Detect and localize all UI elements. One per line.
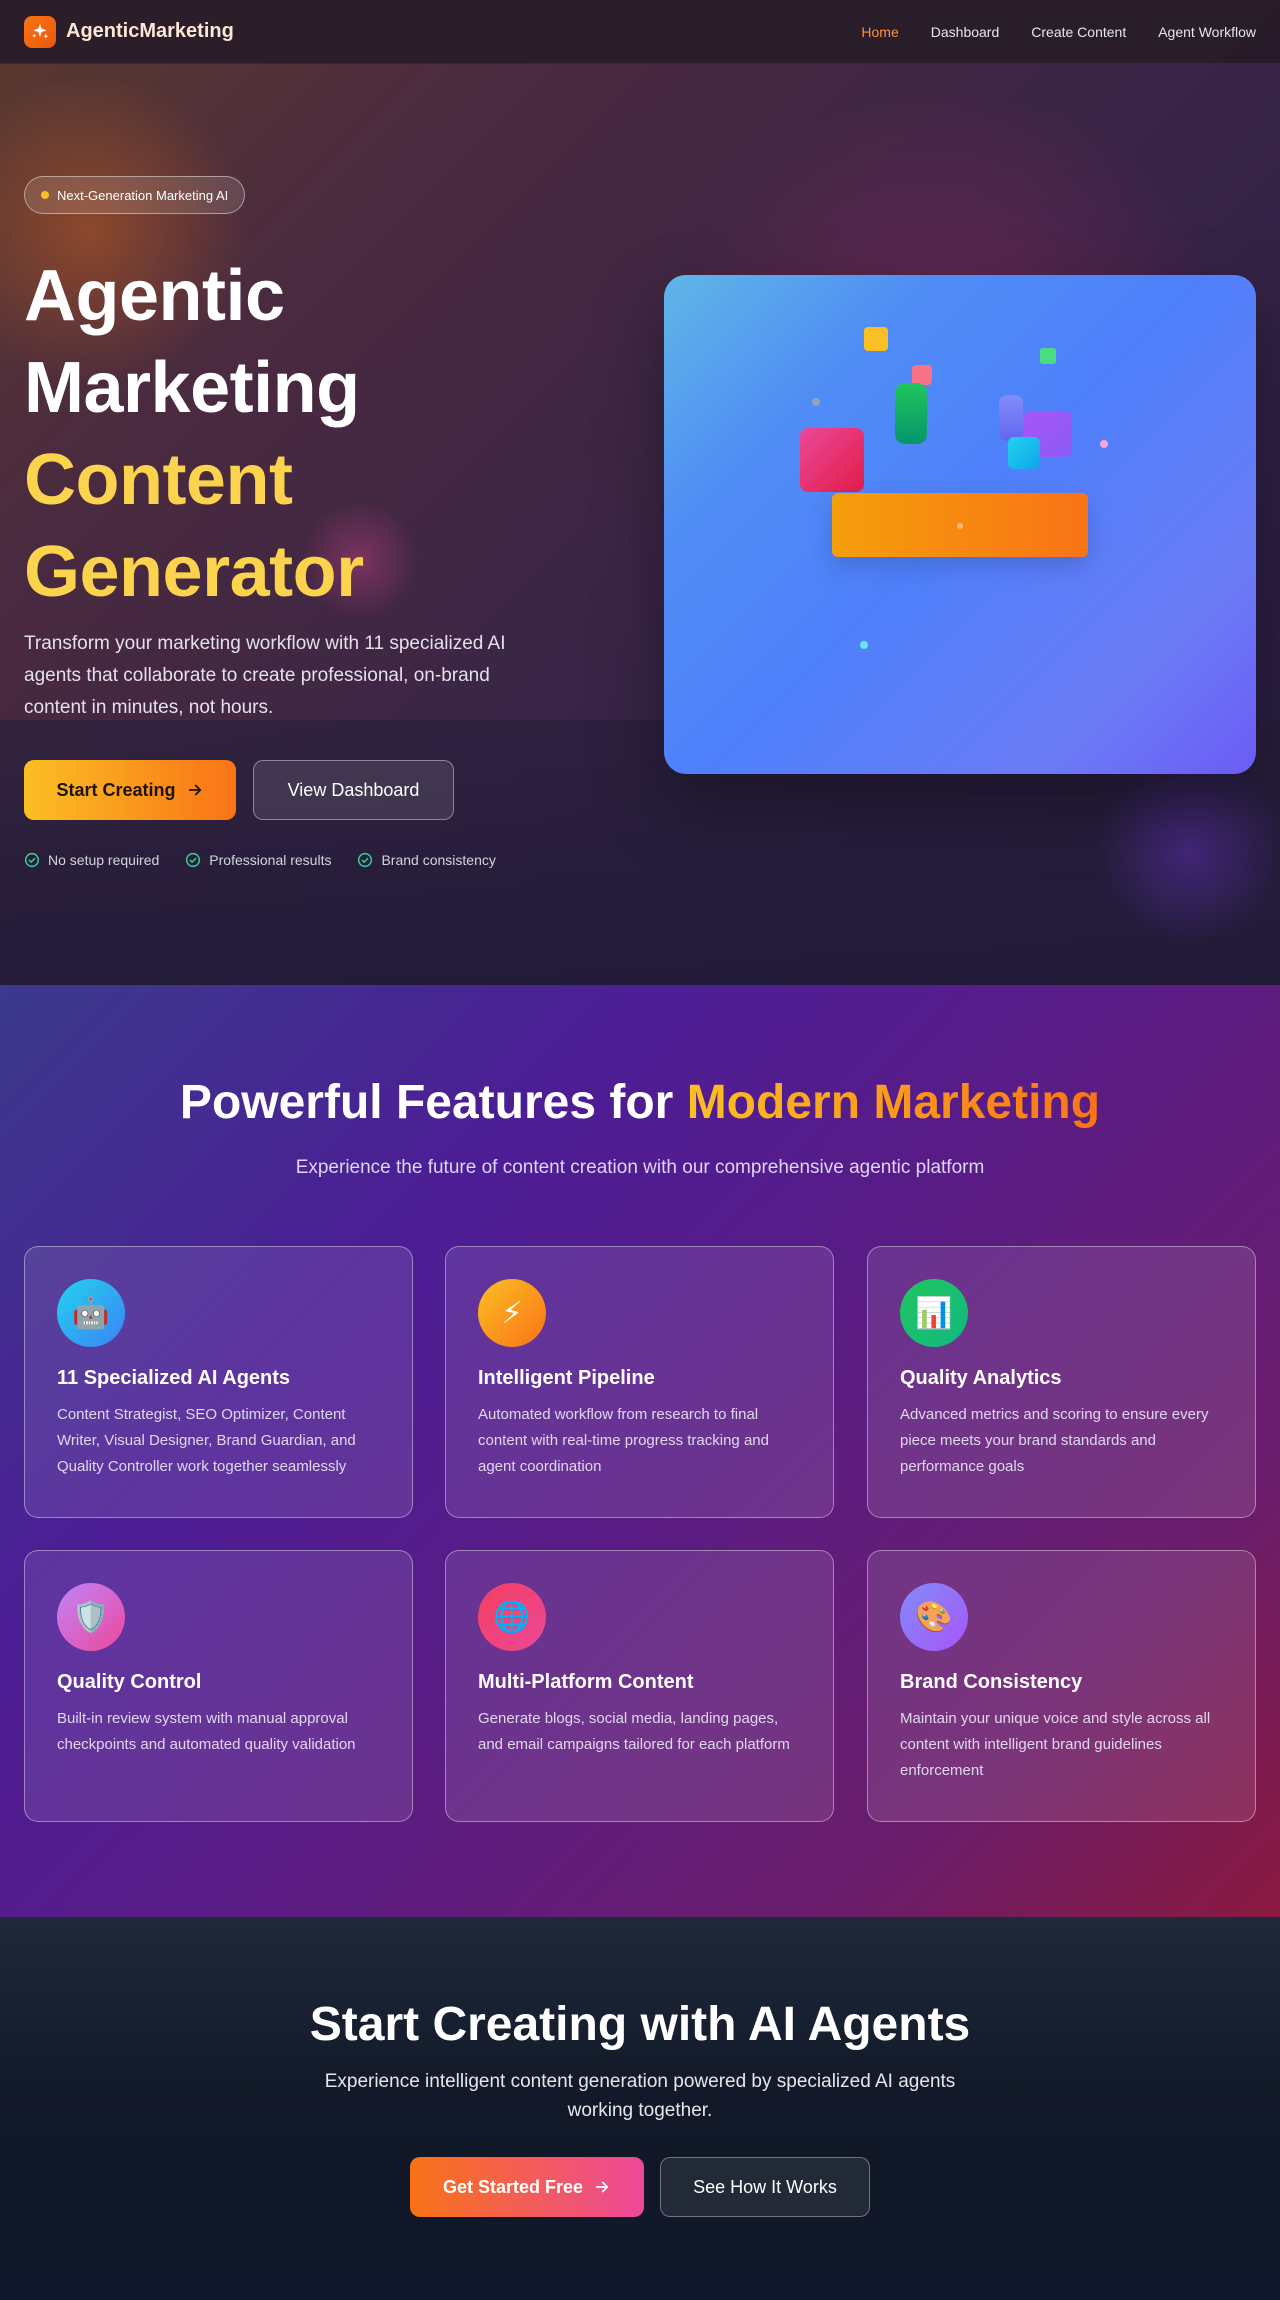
feature-card-title: Brand Consistency: [900, 1671, 1083, 1693]
feature-card-analytics: 📊 Quality Analytics Advanced metrics and…: [867, 1246, 1256, 1518]
hero-section: Next-Generation Marketing AI Agentic Mar…: [0, 0, 1280, 985]
check-item: No setup required: [24, 852, 159, 868]
see-how-it-works-label: See How It Works: [693, 2176, 837, 2197]
feature-card-title: Quality Analytics: [900, 1367, 1062, 1389]
illustration-block-cyan: [1008, 437, 1040, 469]
feature-card-brand: 🎨 Brand Consistency Maintain your unique…: [867, 1550, 1256, 1822]
check-circle-icon: [186, 852, 201, 868]
arrow-right-icon: [188, 784, 201, 796]
start-creating-label: Start Creating: [56, 779, 176, 800]
get-started-free-button[interactable]: Get Started Free: [410, 2157, 644, 2217]
nav-link-home[interactable]: Home: [861, 24, 898, 40]
feature-card-multi-platform: 🌐 Multi-Platform Content Generate blogs,…: [445, 1550, 834, 1822]
nav-link-dashboard[interactable]: Dashboard: [931, 24, 1000, 40]
check-item: Professional results: [185, 852, 331, 868]
check-circle-icon: [24, 852, 40, 868]
nav-link-create-content[interactable]: Create Content: [1031, 24, 1126, 40]
illustration-dot-cyan: [860, 641, 868, 649]
feature-card-desc: Automated workflow from research to fina…: [478, 1406, 769, 1475]
nav-link-agent-workflow[interactable]: Agent Workflow: [1158, 24, 1256, 40]
cta-section: Start Creating with AI Agents Experience…: [0, 1917, 1280, 2300]
features-section: Powerful Features for Modern Marketing E…: [0, 985, 1280, 1917]
hero-title-line-3: Content: [24, 440, 293, 520]
badge-label: Next-Generation Marketing AI: [57, 187, 229, 203]
feature-card-title: 11 Specialized AI Agents: [57, 1367, 291, 1389]
feature-card-desc: Advanced metrics and scoring to ensure e…: [900, 1406, 1209, 1475]
illustration-dot-pink: [1100, 440, 1108, 448]
top-nav: AgenticMarketing Home Dashboard Create C…: [0, 0, 1280, 64]
check-label: Professional results: [209, 852, 332, 868]
hero-title: Agentic Marketing Content Generator: [24, 250, 364, 618]
arrow-right-icon: [595, 2181, 609, 2193]
get-started-free-label: Get Started Free: [442, 2176, 584, 2197]
view-dashboard-label: View Dashboard: [287, 779, 420, 800]
hero-glow-corner: [1090, 760, 1280, 940]
brand-name: AgenticMarketing: [66, 20, 234, 42]
features-subtitle: Experience the future of content creatio…: [295, 1157, 985, 1178]
bar-chart-icon: 📊: [900, 1279, 968, 1347]
hero-checklist: No setup required Professional results B…: [24, 852, 496, 868]
check-label: Brand consistency: [381, 852, 496, 868]
hero-title-line-2: Marketing: [24, 348, 360, 428]
feature-card-ai-agents: 🤖 11 Specialized AI Agents Content Strat…: [24, 1246, 413, 1518]
features-title-highlight: Modern Marketing: [686, 1076, 1101, 1129]
feature-card-title: Multi-Platform Content: [478, 1671, 694, 1693]
feature-card-desc: Generate blogs, social media, landing pa…: [478, 1710, 790, 1753]
cta-subtitle: Experience intelligent content generatio…: [324, 2071, 956, 2121]
check-circle-icon: [358, 852, 373, 868]
illustration-column-green: [895, 383, 927, 444]
hero-title-line-4: Generator: [24, 532, 364, 612]
feature-card-desc: Built-in review system with manual appro…: [57, 1710, 356, 1753]
start-creating-button[interactable]: Start Creating: [24, 760, 236, 820]
hero-illustration: [664, 275, 1256, 774]
shield-icon: 🛡️: [57, 1583, 125, 1651]
illustration-block-green-small: [1040, 348, 1056, 364]
feature-card-title: Intelligent Pipeline: [478, 1367, 655, 1389]
features-title: Powerful Features for Modern Marketing: [0, 1075, 1280, 1130]
illustration-block-pink: [800, 428, 864, 492]
illustration-dot: [812, 398, 820, 406]
see-how-it-works-button[interactable]: See How It Works: [660, 2157, 870, 2217]
palette-icon: 🎨: [900, 1583, 968, 1651]
hero-badge: Next-Generation Marketing AI: [24, 176, 246, 214]
nav-links: Home Dashboard Create Content Agent Work…: [861, 24, 1256, 40]
brand[interactable]: AgenticMarketing: [24, 15, 234, 48]
illustration-dot-orange: [957, 523, 963, 529]
lightning-icon: ⚡: [478, 1279, 546, 1347]
feature-card-desc: Content Strategist, SEO Optimizer, Conte…: [57, 1406, 356, 1475]
globe-icon: 🌐: [478, 1583, 546, 1651]
illustration-block-yellow: [864, 327, 888, 351]
view-dashboard-button[interactable]: View Dashboard: [253, 760, 454, 820]
feature-card-pipeline: ⚡ Intelligent Pipeline Automated workflo…: [445, 1246, 834, 1518]
feature-card-title: Quality Control: [57, 1671, 202, 1693]
hero-title-line-1: Agentic: [24, 256, 285, 336]
cta-title: Start Creating with AI Agents: [309, 1998, 971, 2051]
robot-icon: 🤖: [57, 1279, 125, 1347]
check-label: No setup required: [48, 852, 160, 868]
sparkles-logo-icon: [24, 15, 56, 48]
hero-subtitle: Transform your marketing workflow with 1…: [24, 633, 506, 718]
badge-dot-icon: [41, 191, 49, 199]
feature-card-desc: Maintain your unique voice and style acr…: [900, 1710, 1211, 1779]
check-item: Brand consistency: [357, 852, 496, 868]
features-title-plain: Powerful Features for: [179, 1076, 687, 1129]
feature-card-quality-control: 🛡️ Quality Control Built-in review syste…: [24, 1550, 413, 1822]
illustration-column-indigo: [999, 395, 1023, 441]
illustration-block-rose: [912, 365, 932, 385]
